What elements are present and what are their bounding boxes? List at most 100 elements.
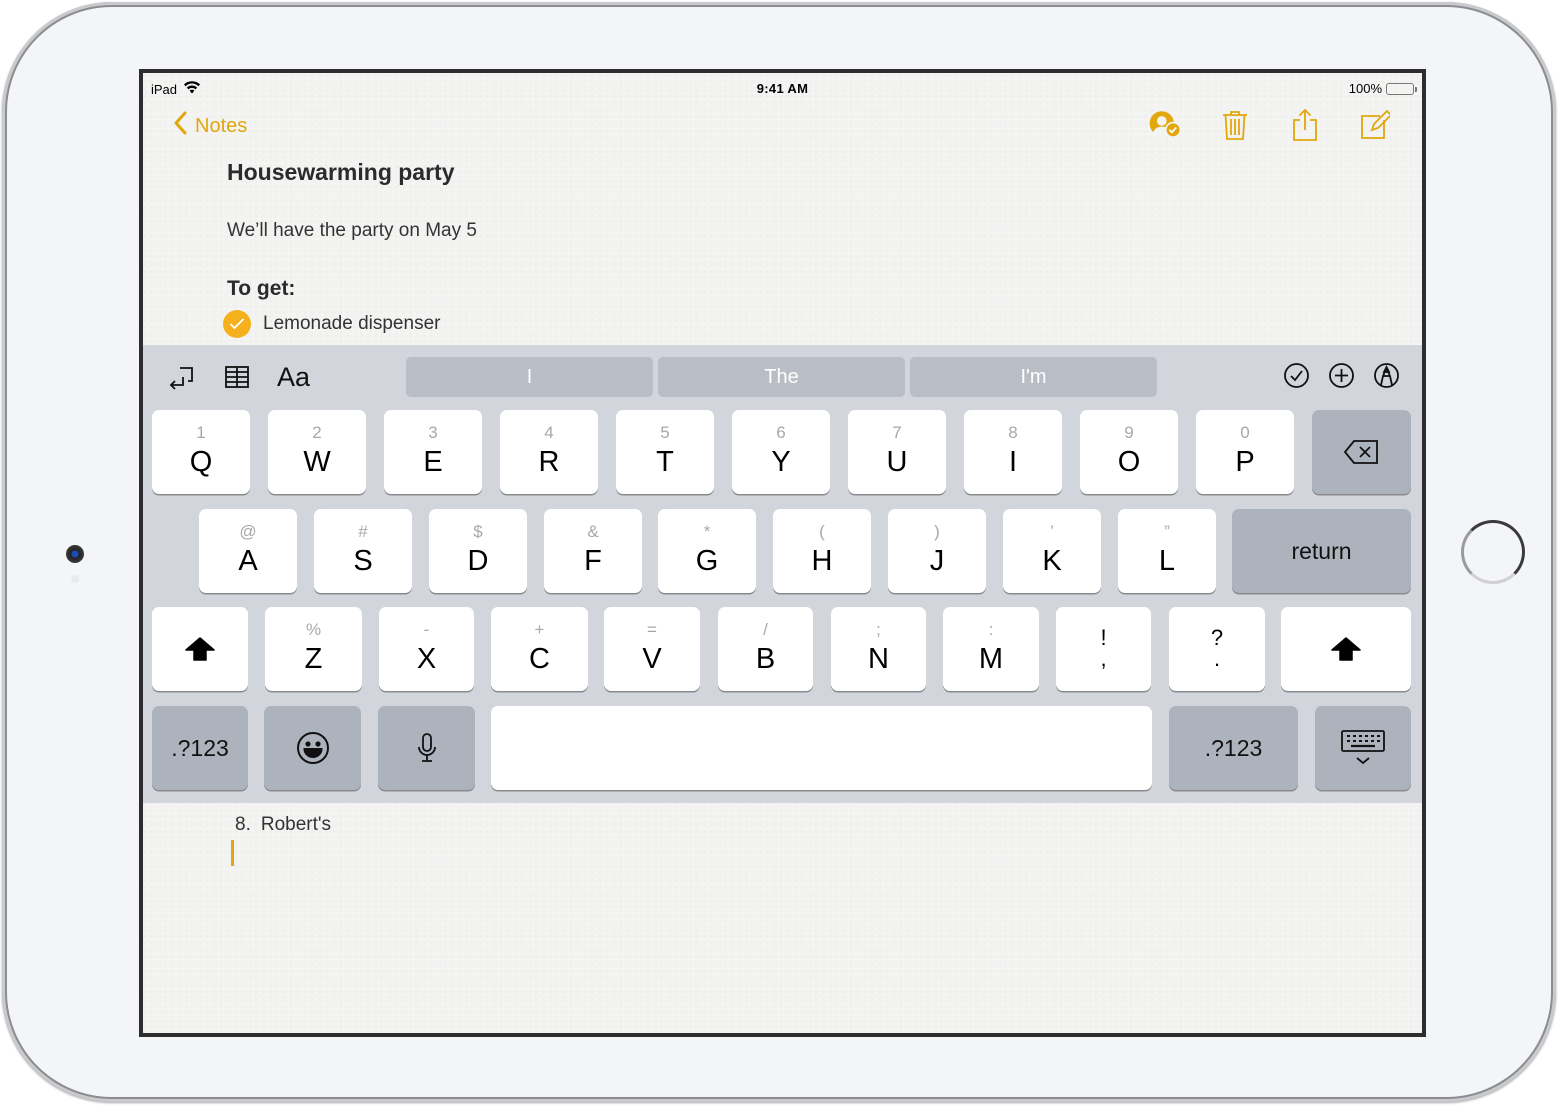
key-label: R xyxy=(538,446,560,478)
key-t[interactable]: 5T xyxy=(616,410,714,494)
table-icon[interactable] xyxy=(221,361,253,393)
numbers-key-left[interactable]: .?123 xyxy=(152,706,248,790)
numbers-label: .?123 xyxy=(171,734,229,761)
key-exclamation-comma[interactable]: !, xyxy=(1056,607,1151,691)
emoji-key[interactable] xyxy=(264,706,361,790)
backspace-icon xyxy=(1343,440,1378,464)
key-alt-label: 3 xyxy=(428,423,438,442)
back-button[interactable]: Notes xyxy=(173,111,247,141)
key-y[interactable]: 6Y xyxy=(732,410,830,494)
key-label: O xyxy=(1117,446,1141,478)
list-number: 8. xyxy=(235,814,251,835)
dictation-key[interactable] xyxy=(378,706,475,790)
key-s[interactable]: # S xyxy=(314,509,412,593)
share-icon[interactable] xyxy=(1288,107,1322,143)
key-alt-label: 5 xyxy=(660,423,670,442)
key-alt-label: : xyxy=(988,620,994,639)
key-alt-label: ) xyxy=(934,522,940,541)
markup-icon[interactable] xyxy=(1373,362,1400,389)
key-j[interactable]: ) J xyxy=(888,509,986,593)
key-f[interactable]: & F xyxy=(544,509,642,593)
key-alt-label: - xyxy=(423,620,430,639)
key-c[interactable]: + C xyxy=(491,607,588,691)
key-d[interactable]: $ D xyxy=(429,509,527,593)
key-h[interactable]: (H xyxy=(773,509,871,593)
shift-key-right[interactable] xyxy=(1281,607,1411,691)
checked-circle-icon[interactable] xyxy=(223,310,251,338)
trash-icon[interactable] xyxy=(1218,107,1252,143)
key-w[interactable]: 2W xyxy=(268,410,366,494)
key-bottom-label: . xyxy=(1213,646,1221,671)
delete-key[interactable] xyxy=(1312,410,1411,494)
key-label: M xyxy=(978,643,1004,675)
emoji-icon xyxy=(296,732,329,764)
key-l[interactable]: ” L xyxy=(1118,509,1216,593)
screen: iPad 9:41 AM 100% Notes Housewarming par… xyxy=(139,69,1426,1037)
key-u[interactable]: 7U xyxy=(848,410,946,494)
key-o[interactable]: 9O xyxy=(1080,410,1178,494)
key-label: E xyxy=(423,446,443,478)
key-alt-label: 7 xyxy=(892,423,902,442)
key-label: T xyxy=(656,446,674,478)
dismiss-keyboard-key[interactable] xyxy=(1315,706,1411,790)
home-button[interactable] xyxy=(1461,520,1525,584)
checklist-item-label[interactable]: Lemonade dispenser xyxy=(263,313,440,335)
key-n[interactable]: ; N xyxy=(831,607,926,691)
battery-percent: 100% xyxy=(1348,81,1382,96)
numbers-key-right[interactable]: .?123 xyxy=(1169,706,1298,790)
key-v[interactable]: = V xyxy=(604,607,700,691)
key-z[interactable]: % Z xyxy=(265,607,362,691)
key-label: A xyxy=(238,545,258,577)
key-alt-label: ; xyxy=(876,620,881,639)
key-alt-label: ” xyxy=(1164,522,1170,541)
numbered-list-item[interactable]: 8. Robert's xyxy=(235,814,331,836)
key-i[interactable]: 8I xyxy=(964,410,1062,494)
list-text: Robert's xyxy=(260,814,332,835)
key-label: V xyxy=(642,643,662,675)
checklist-item: Lemonade dispenser xyxy=(223,310,440,338)
nav-bar: Notes xyxy=(143,103,1422,153)
key-alt-label: @ xyxy=(239,522,257,541)
key-k[interactable]: ’ K xyxy=(1003,509,1101,593)
key-question-period[interactable]: ?. xyxy=(1169,607,1265,691)
key-label: N xyxy=(868,643,889,675)
chevron-left-icon xyxy=(173,111,187,141)
key-b[interactable]: / B xyxy=(718,607,813,691)
key-p[interactable]: 0P xyxy=(1196,410,1294,494)
key-label: H xyxy=(811,545,833,577)
key-a[interactable]: @ A xyxy=(199,509,297,593)
key-g[interactable]: * G xyxy=(658,509,756,593)
key-label: U xyxy=(886,446,908,478)
shift-key-left[interactable] xyxy=(152,607,248,691)
key-r[interactable]: 4R xyxy=(500,410,598,494)
suggestion-2[interactable]: The xyxy=(658,357,905,397)
suggestion-1[interactable]: I xyxy=(406,357,653,397)
undo-icon[interactable] xyxy=(165,361,197,393)
key-alt-label: * xyxy=(703,522,711,541)
key-m[interactable]: :M xyxy=(943,607,1039,691)
compose-icon[interactable] xyxy=(1358,107,1392,143)
checklist-icon[interactable] xyxy=(1283,362,1310,389)
key-label: P xyxy=(1235,446,1255,478)
key-e[interactable]: 3E xyxy=(384,410,482,494)
key-alt-label: 9 xyxy=(1124,423,1134,442)
key-label: B xyxy=(755,643,776,675)
key-label: W xyxy=(303,446,331,478)
key-label: X xyxy=(416,643,437,675)
note-heading[interactable]: To get: xyxy=(227,277,295,301)
add-icon[interactable] xyxy=(1328,362,1355,389)
key-x[interactable]: -X xyxy=(379,607,474,691)
key-alt-label: # xyxy=(358,522,368,541)
key-alt-label: % xyxy=(305,620,322,639)
key-q[interactable]: 1Q xyxy=(152,410,250,494)
return-key[interactable]: return xyxy=(1232,509,1411,593)
collaborator-icon[interactable] xyxy=(1148,107,1182,143)
note-body-text[interactable]: We’ll have the party on May 5 xyxy=(227,220,477,242)
note-title[interactable]: Housewarming party xyxy=(227,159,455,186)
format-button[interactable]: Aa xyxy=(277,362,310,393)
suggestion-3[interactable]: I'm xyxy=(910,357,1157,397)
key-label: L xyxy=(1158,545,1176,577)
key-label: C xyxy=(529,643,550,675)
status-bar: iPad 9:41 AM 100% xyxy=(143,79,1422,99)
space-bar[interactable] xyxy=(491,706,1152,790)
